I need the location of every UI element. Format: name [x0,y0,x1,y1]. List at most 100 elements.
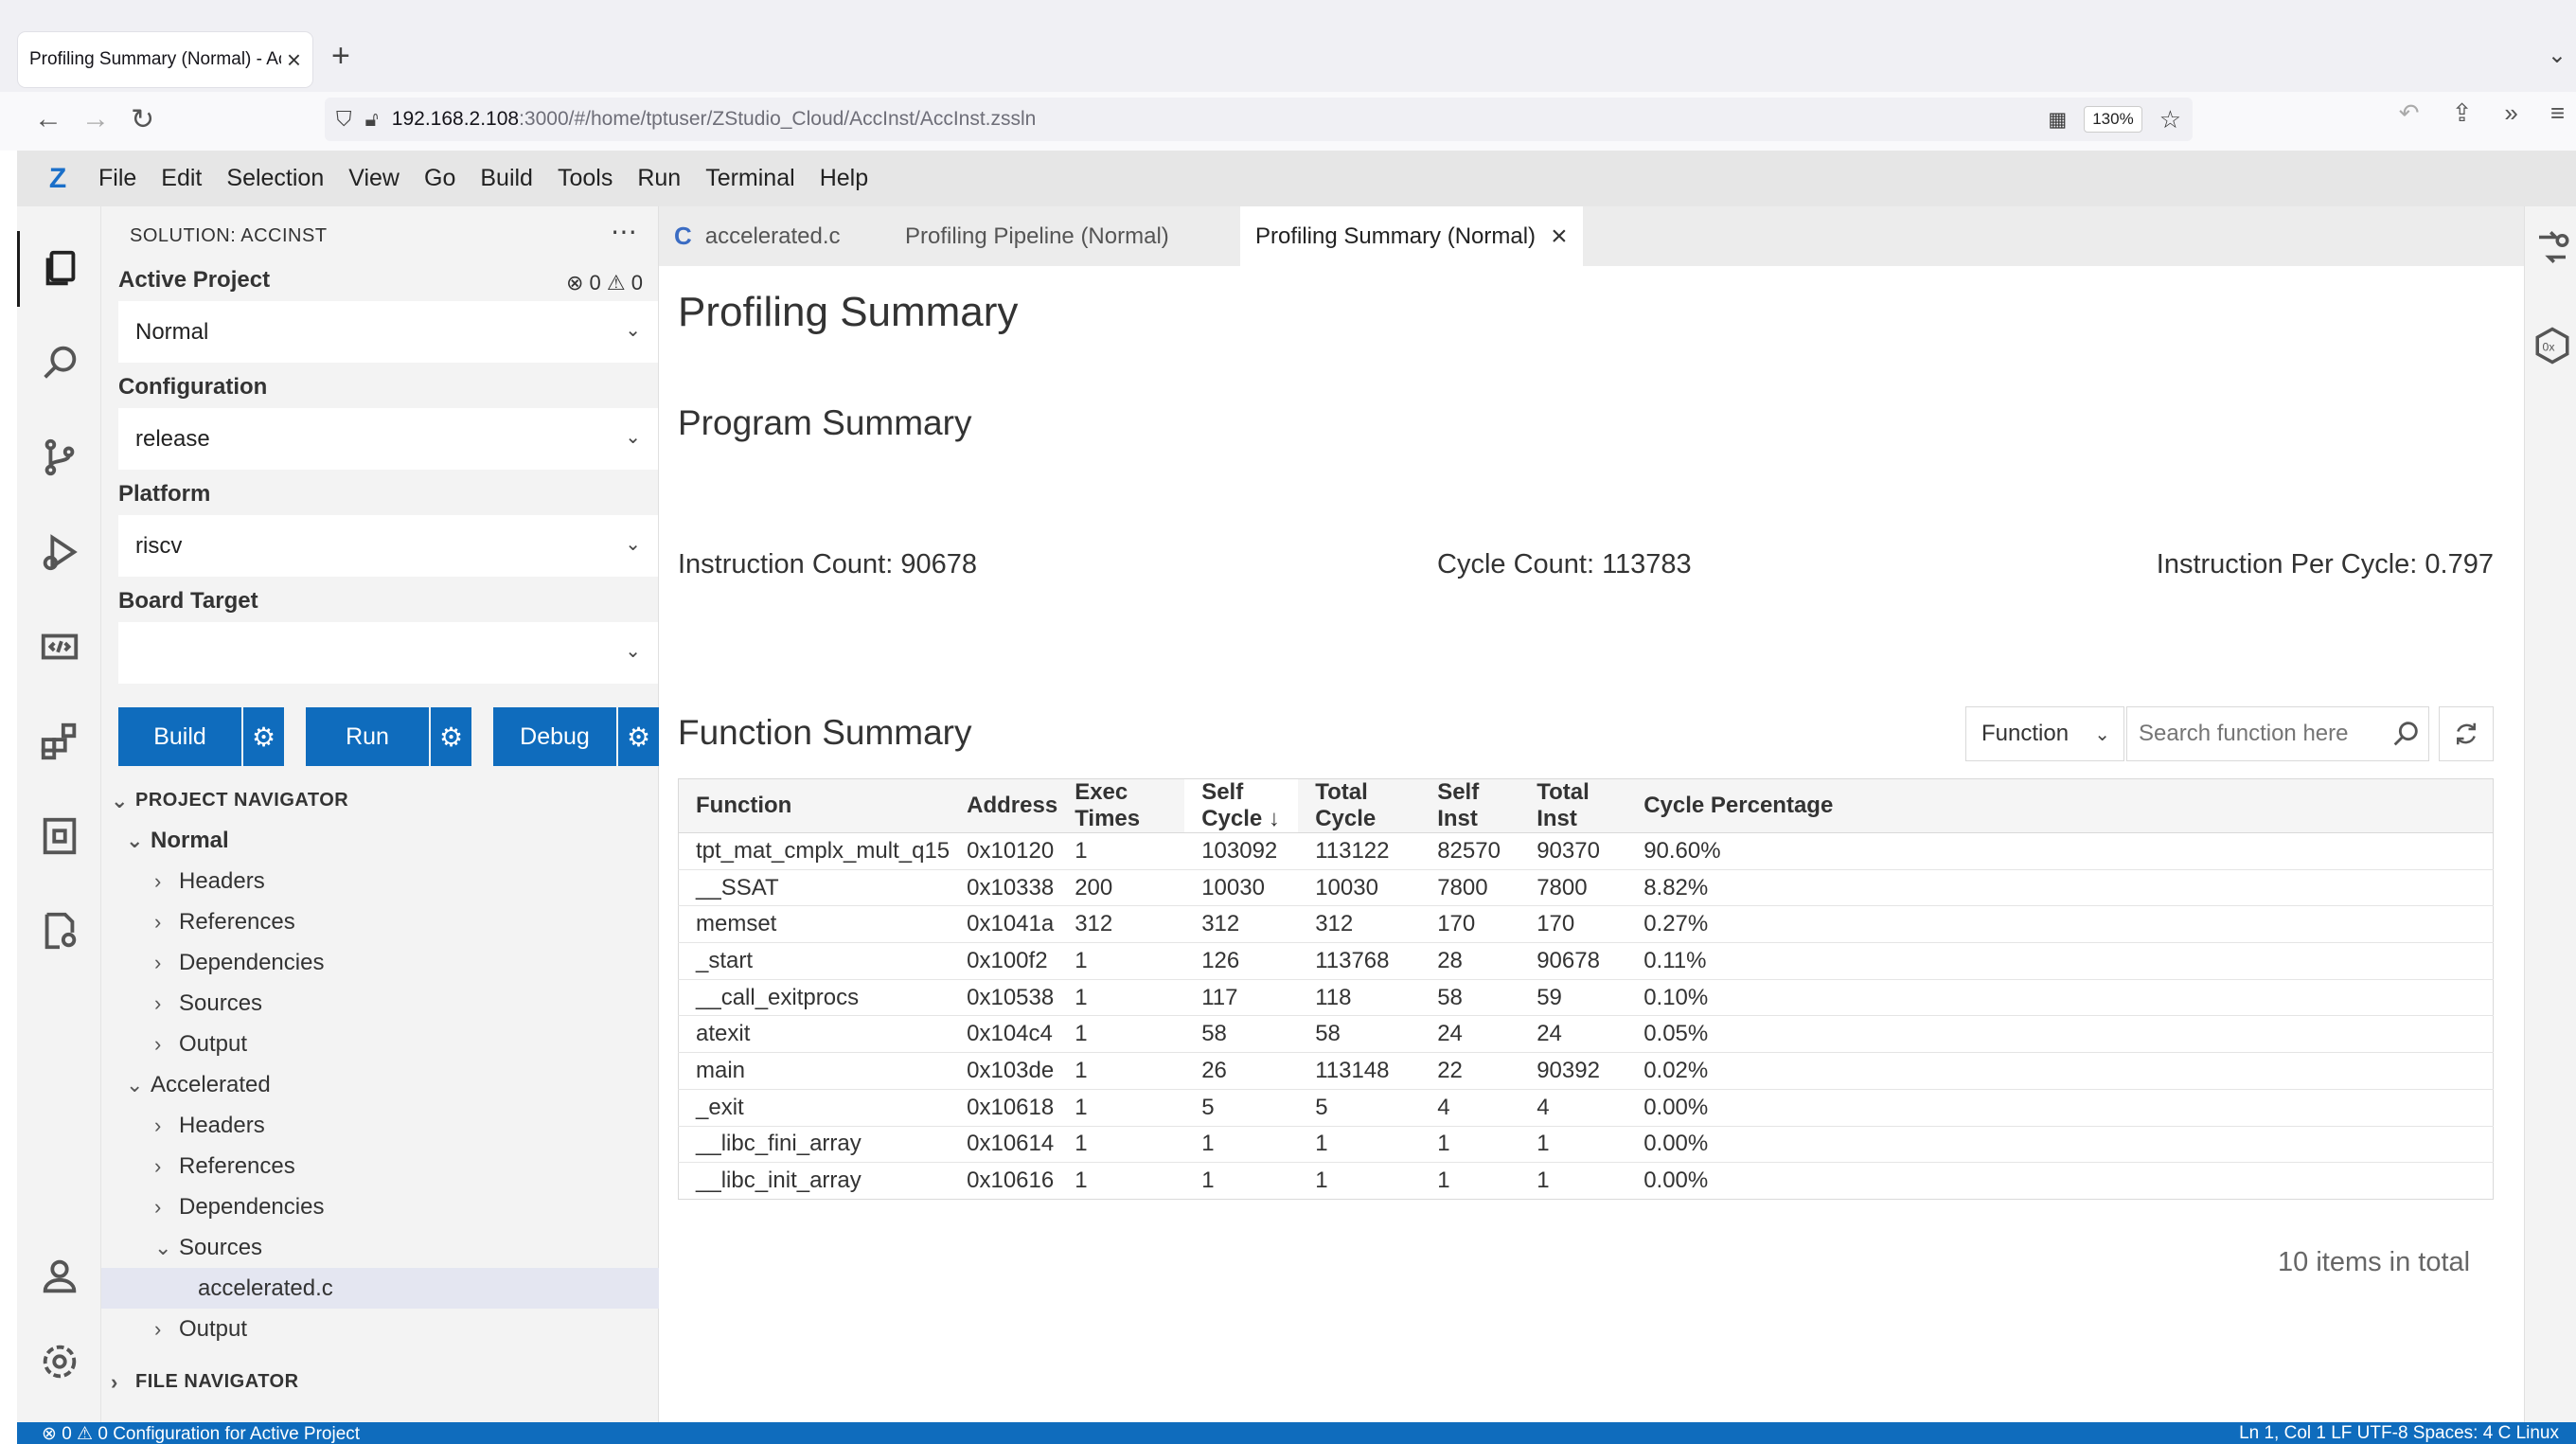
cell-exec-times: 200 [1057,868,1185,906]
status-left[interactable]: ⊗ 0 ⚠ 0 Configuration for Active Project [42,1423,360,1444]
close-icon[interactable]: × [1551,221,1568,253]
code-view-icon[interactable] [17,609,101,685]
overflow-icon[interactable]: » [2504,98,2517,128]
back-icon[interactable]: ← [34,103,62,135]
status-right[interactable]: Ln 1, Col 1 LF UTF-8 Spaces: 4 C Linux [2239,1423,2559,1444]
qr-code-icon[interactable]: ▦ [2048,108,2067,132]
build-settings-gear-icon[interactable]: ⚙ [241,707,284,766]
table-row[interactable]: atexit 0x104c4 1 58 58 24 24 0.05% [678,1015,2494,1053]
column-header-cycle-percentage[interactable]: Cycle Percentage [1626,778,2494,833]
column-header-total-inst[interactable]: Total Inst [1519,778,1627,833]
refresh-button[interactable] [2439,706,2494,761]
tree-item-output[interactable]: › Output [101,1309,659,1349]
run-debug-icon[interactable] [17,514,101,590]
account-icon[interactable] [17,1239,101,1314]
table-row[interactable]: __SSAT 0x10338 200 10030 10030 7800 7800 8.82% [678,868,2494,906]
zoom-level[interactable]: 130% [2084,106,2142,133]
tree-item-headers[interactable]: › Headers [101,1105,659,1146]
menu-tools[interactable]: Tools [558,165,613,192]
table-row[interactable]: tpt_mat_cmplx_mult_q15 0x10120 1 103092 1131… [678,832,2494,870]
menu-go[interactable]: Go [424,165,455,192]
tab-accelerated-c[interactable]: C accelerated.c [659,206,856,266]
project-navigator-header[interactable]: ⌄ PROJECT NAVIGATOR [101,780,659,821]
extensions-icon[interactable] [17,704,101,779]
tree-item-references[interactable]: › References [101,1146,659,1186]
menu-edit[interactable]: Edit [161,165,202,192]
hex-view-icon[interactable]: 0x [2532,326,2572,365]
menu-selection[interactable]: Selection [226,165,324,192]
explorer-icon[interactable] [17,231,101,307]
tree-item-sources[interactable]: ⌄ Sources [101,1227,659,1268]
search-icon[interactable] [2389,718,2422,750]
menu-run[interactable]: Run [637,165,681,192]
menu-help[interactable]: Help [820,165,868,192]
debug-button[interactable]: Debug [493,707,616,766]
table-row[interactable]: __call_exitprocs 0x10538 1 117 118 58 59 0.10% [678,978,2494,1016]
configuration-select[interactable]: release ⌄ [118,408,658,470]
search-icon[interactable] [17,325,101,401]
tab-profiling-pipeline[interactable]: Profiling Pipeline (Normal) [890,206,1184,266]
browser-tab[interactable]: Profiling Summary (Normal) - Ac × [18,32,312,87]
tree-item-accelerated-c[interactable]: accelerated.c [101,1268,659,1309]
table-row[interactable]: main 0x103de 1 26 113148 22 90392 0.02% [678,1052,2494,1090]
build-button[interactable]: Build [118,707,241,766]
undo-icon[interactable]: ↶ [2399,98,2420,128]
file-navigator-header[interactable]: › FILE NAVIGATOR [101,1362,659,1402]
table-row[interactable]: _start 0x100f2 1 126 113768 28 90678 0.11% [678,942,2494,980]
menu-file[interactable]: File [98,165,136,192]
run-button[interactable]: Run [306,707,429,766]
column-header-function[interactable]: Function [678,778,950,833]
column-header-self-inst[interactable]: Self Inst [1420,778,1520,833]
connection-icon[interactable] [2532,227,2572,267]
ide-window: Z File Edit Selection View Go Build Tool… [17,151,2576,1444]
hamburger-menu-icon[interactable]: ≡ [2550,98,2565,128]
share-icon[interactable]: ⇪ [2452,98,2473,128]
close-icon[interactable]: × [287,45,301,75]
menu-view[interactable]: View [348,165,400,192]
column-header-exec-times[interactable]: Exec Times [1057,778,1185,833]
tree-item-references[interactable]: › References [101,901,659,942]
column-header-self-cycle[interactable]: Self Cycle ↓ [1184,778,1299,833]
source-control-icon[interactable] [17,419,101,495]
board-target-select[interactable]: ⌄ [118,622,658,684]
platform-select[interactable]: riscv ⌄ [118,515,658,577]
plus-icon[interactable]: + [331,38,350,75]
search-function-input[interactable] [2126,706,2429,761]
chevron-down-icon[interactable]: ⌄ [2548,42,2567,69]
table-row[interactable]: _exit 0x10618 1 5 5 4 4 0.00% [678,1088,2494,1126]
column-header-address[interactable]: Address [950,778,1058,833]
url-bar[interactable]: ⛉ 🔓︎ 192.168.2.108 :3000/#/home/tptuser/… [325,98,2193,141]
tree-item-accelerated[interactable]: ⌄ Accelerated [101,1064,659,1105]
cell-function: __call_exitprocs [678,978,950,1016]
active-project-select[interactable]: Normal ⌄ [118,301,658,363]
table-row[interactable]: memset 0x1041a 312 312 312 170 170 0.27% [678,905,2494,943]
filter-field-select[interactable]: Function ⌄ [1965,706,2124,761]
forward-icon[interactable]: → [81,103,110,135]
gear-icon[interactable] [17,1324,101,1399]
debug-settings-gear-icon[interactable]: ⚙ [616,707,659,766]
table-row[interactable]: __libc_fini_array 0x10614 1 1 1 1 1 0.00% [678,1125,2494,1163]
cell-address: 0x10616 [950,1162,1058,1200]
chip-icon[interactable] [17,798,101,874]
table-row[interactable]: __libc_init_array 0x10616 1 1 1 1 1 0.00% [678,1162,2494,1200]
menu-build[interactable]: Build [480,165,533,192]
reload-icon[interactable]: ↻ [131,103,154,136]
cell-cycle-percentage: 0.00% [1626,1125,2494,1163]
settings-file-icon[interactable] [17,893,101,969]
run-settings-gear-icon[interactable]: ⚙ [429,707,471,766]
tree-item-normal[interactable]: ⌄ Normal [101,820,659,861]
more-icon[interactable]: ⋯ [611,216,637,247]
tree-item-dependencies[interactable]: › Dependencies [101,1186,659,1227]
column-header-total-cycle[interactable]: Total Cycle [1298,778,1421,833]
star-icon[interactable]: ☆ [2159,105,2181,134]
cell-self-inst: 58 [1420,978,1520,1016]
cell-exec-times: 312 [1057,905,1185,943]
tab-profiling-summary[interactable]: Profiling Summary (Normal) × [1240,206,1583,266]
menu-terminal[interactable]: Terminal [705,165,794,192]
tree-item-sources[interactable]: › Sources [101,983,659,1024]
tree-item-dependencies[interactable]: › Dependencies [101,942,659,983]
tree-item-output[interactable]: › Output [101,1024,659,1064]
problem-counts[interactable]: ⊗ 0 ⚠ 0 [566,271,643,295]
tree-item-headers[interactable]: › Headers [101,861,659,901]
function-summary-heading: Function Summary [678,713,972,752]
